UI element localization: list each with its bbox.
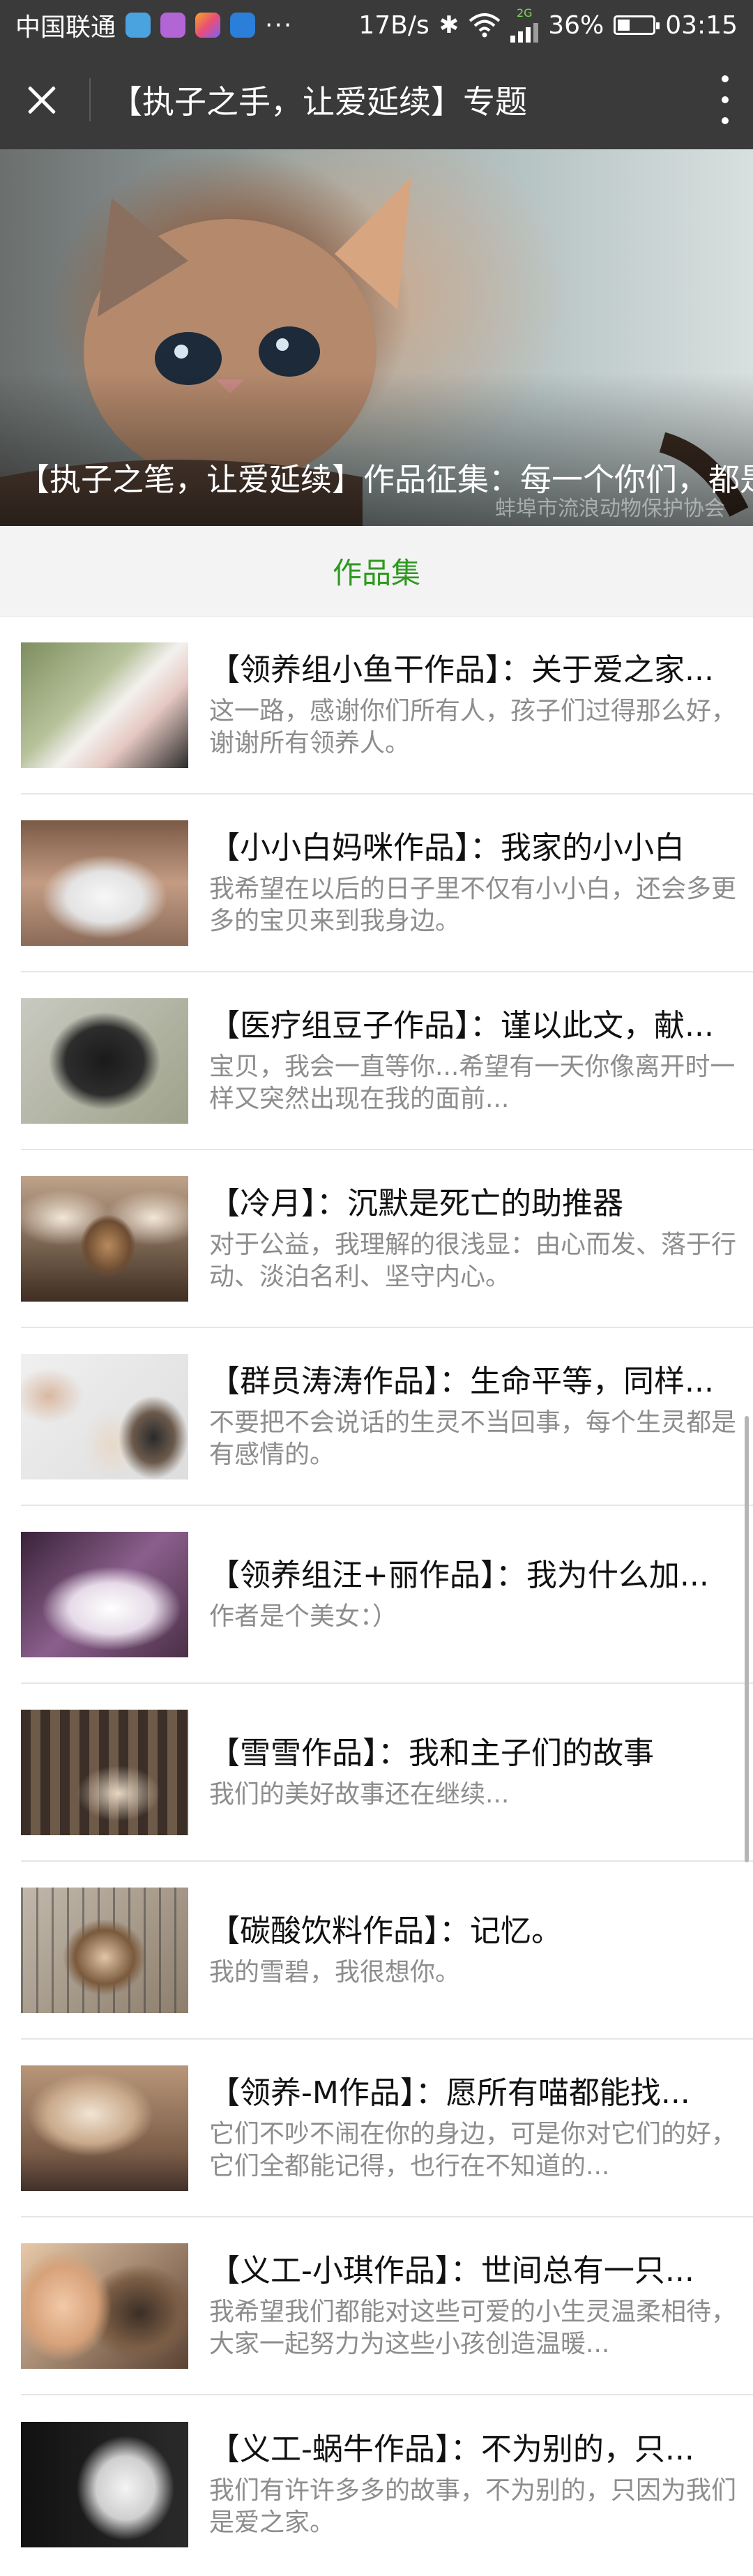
article-list: 【领养组小鱼干作品】：关于爱之家... 这一路，感谢你们所有人，孩子们过得那么好… (0, 617, 753, 2573)
page-title: 【执子之手，让爱延续】专题 (110, 83, 527, 121)
app-notification-icon (126, 13, 151, 38)
article-summary: 作者是个美女：） (209, 1602, 398, 1631)
article-summary: 我们的美好故事还在继续... (209, 1779, 510, 1809)
status-bar: 中国联通 ··· 17B/s ✱ 2G 36% 03:15 (0, 0, 753, 50)
list-item[interactable]: 【领养-M作品】：愿所有喵都能找... 它们不吵不闹在你的身边，可是你对它们的好… (21, 2040, 753, 2217)
title-divider (89, 78, 91, 121)
article-title: 【小小白妈咪作品】：我家的小小白 (209, 829, 685, 866)
article-thumbnail (21, 1709, 188, 1835)
article-title: 【雪雪作品】：我和主子们的故事 (209, 1735, 654, 1771)
list-item[interactable]: 【领养组小鱼干作品】：关于爱之家... 这一路，感谢你们所有人，孩子们过得那么好… (21, 617, 753, 794)
net-speed: 17B/s (358, 10, 429, 40)
banner[interactable]: 【执子之笔，让爱延续】作品征集：每一个你们，都是我们的骄傲 蚌埠市流浪动物保护协… (0, 149, 753, 526)
close-icon[interactable] (21, 79, 63, 121)
clock: 03:15 (665, 10, 738, 40)
app-notification-icon (230, 13, 256, 38)
list-item[interactable]: 【碳酸饮料作品】：记忆。 我的雪碧，我很想你。 (21, 1862, 753, 2040)
section-title: 作品集 (0, 526, 753, 617)
app-notification-icon (195, 13, 221, 38)
list-item[interactable]: 【冷月】：沉默是死亡的助推器 对于公益，我理解的很浅显：由心而发、落于行动、淡泊… (21, 1150, 753, 1328)
scrollbar-thumb[interactable] (745, 1416, 749, 1862)
article-thumbnail (21, 2421, 188, 2547)
article-thumbnail (21, 1531, 188, 1657)
list-item[interactable]: 【医疗组豆子作品】：谨以此文，献... 宝贝，我会一直等你...希望有一天你像离… (21, 972, 753, 1150)
article-title: 【义工-蜗牛作品】：不为别的，只... (209, 2431, 694, 2467)
title-bar: 【执子之手，让爱延续】专题 (0, 50, 753, 149)
article-summary: 它们不吵不闹在你的身边，可是你对它们的好，它们全都能记得，也行在不知道的... (209, 2119, 736, 2180)
article-thumbnail (21, 1175, 188, 1302)
article-thumbnail (21, 1353, 188, 1479)
list-item[interactable]: 【雪雪作品】：我和主子们的故事 我们的美好故事还在继续... (21, 1684, 753, 1862)
article-thumbnail (21, 2243, 188, 2369)
more-notifications-icon: ··· (265, 10, 294, 40)
article-summary: 不要把不会说话的生灵不当回事，每个生灵都是有感情的。 (209, 1408, 736, 1469)
app-notification-icon (160, 13, 186, 38)
article-summary: 我的雪碧，我很想你。 (209, 1957, 461, 1987)
article-summary: 这一路，感谢你们所有人，孩子们过得那么好，谢谢所有领养人。 (209, 696, 736, 758)
article-title: 【领养组汪+丽作品】：我为什么加... (209, 1557, 709, 1593)
article-thumbnail (21, 642, 188, 768)
article-thumbnail (21, 997, 188, 1124)
bluetooth-icon: ✱ (439, 11, 459, 39)
article-title: 【碳酸饮料作品】：记忆。 (209, 1913, 562, 1949)
battery-icon (614, 15, 660, 35)
article-title: 【群员涛涛作品】：生命平等，同样... (209, 1363, 714, 1399)
article-title: 【冷月】：沉默是死亡的助推器 (209, 1185, 623, 1221)
signal-icon (510, 19, 539, 43)
article-thumbnail (21, 1887, 188, 2013)
list-item[interactable]: 【义工-蜗牛作品】：不为别的，只... 我们有许许多多的故事，不为别的，只因为我… (21, 2395, 753, 2573)
article-thumbnail (21, 2065, 188, 2191)
article-summary: 我们有许许多多的故事，不为别的，只因为我们是爱之家。 (209, 2476, 736, 2537)
list-item[interactable]: 【小小白妈咪作品】：我家的小小白 我希望在以后的日子里不仅有小小白，还会多更多的… (21, 794, 753, 972)
list-item[interactable]: 【义工-小琪作品】：世间总有一只... 我希望我们都能对这些可爱的小生灵温柔相待… (21, 2217, 753, 2395)
battery-percent: 36% (548, 10, 604, 40)
article-title: 【义工-小琪作品】：世间总有一只... (209, 2252, 694, 2289)
wifi-icon (469, 13, 501, 38)
article-summary: 宝贝，我会一直等你...希望有一天你像离开时一样又突然出现在我的面前... (209, 1052, 736, 1113)
list-item[interactable]: 【群员涛涛作品】：生命平等，同样... 不要把不会说话的生灵不当回事，每个生灵都… (21, 1328, 753, 1506)
carrier-label: 中国联通 (15, 13, 116, 42)
article-summary: 对于公益，我理解的很浅显：由心而发、落于行动、淡泊名利、坚守内心。 (209, 1230, 736, 1291)
list-item[interactable]: 【领养组汪+丽作品】：我为什么加... 作者是个美女：） (21, 1506, 753, 1684)
article-summary: 我希望我们都能对这些可爱的小生灵温柔相待，大家一起努力为这些小孩创造温暖... (209, 2297, 736, 2358)
article-summary: 我希望在以后的日子里不仅有小小白，还会多更多的宝贝来到我身边。 (209, 874, 736, 935)
article-thumbnail (21, 820, 188, 946)
network-type-label: 2G (516, 6, 533, 20)
article-title: 【领养-M作品】：愿所有喵都能找... (209, 2074, 690, 2111)
article-title: 【领养组小鱼干作品】：关于爱之家... (209, 651, 714, 688)
more-options-icon[interactable] (718, 75, 732, 124)
banner-watermark: 蚌埠市流浪动物保护协会 (495, 497, 725, 521)
article-title: 【医疗组豆子作品】：谨以此文，献... (209, 1007, 714, 1044)
